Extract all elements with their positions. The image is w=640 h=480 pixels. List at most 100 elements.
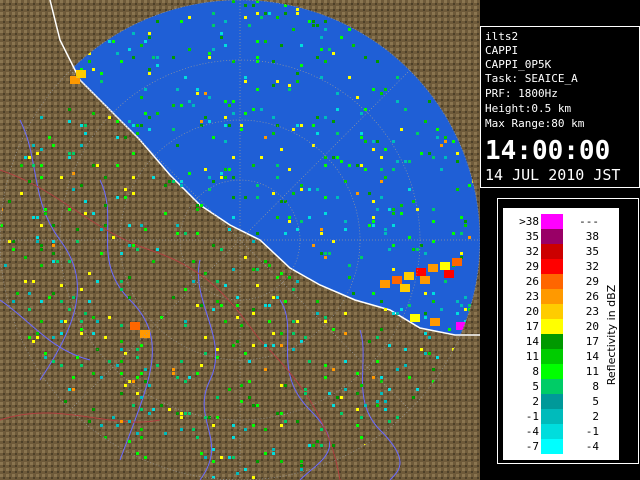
echo-pixel: [372, 200, 375, 203]
echo-pixel: [444, 140, 447, 143]
echo-pixel: [212, 48, 215, 51]
echo-pixel: [88, 300, 91, 303]
echo-pixel: [180, 428, 183, 431]
echo-pixel: [288, 88, 291, 91]
legend-row: -1 2: [503, 409, 619, 424]
legend-row: >38 ---: [503, 214, 619, 229]
echo-pixel: [430, 318, 440, 326]
echo-pixel: [188, 172, 191, 175]
echo-pixel: [268, 264, 271, 267]
echo-pixel: [200, 204, 203, 207]
echo-pixel: [116, 196, 119, 199]
echo-pixel: [60, 364, 63, 367]
echo-pixel: [356, 408, 359, 411]
echo-pixel: [216, 396, 219, 399]
echo-pixel: [24, 156, 27, 159]
echo-pixel: [328, 392, 331, 395]
echo-pixel: [76, 240, 79, 243]
echo-pixel: [12, 248, 15, 251]
echo-pixel: [32, 216, 35, 219]
echo-pixel: [92, 164, 95, 167]
echo-pixel: [196, 436, 199, 439]
echo-pixel: [172, 128, 175, 131]
echo-pixel: [140, 396, 143, 399]
echo-pixel: [368, 192, 371, 195]
echo-pixel: [384, 408, 387, 411]
echo-pixel: [276, 296, 279, 299]
echo-pixel: [320, 444, 323, 447]
legend-high-value: 2: [592, 410, 599, 423]
echo-pixel: [272, 452, 275, 455]
echo-pixel: [264, 368, 267, 371]
echo-pixel: [200, 364, 203, 367]
task-name: Task: SEAICE_A: [485, 72, 578, 85]
echo-pixel: [340, 36, 343, 39]
echo-pixel: [128, 296, 131, 299]
echo-pixel: [360, 416, 363, 419]
echo-pixel: [324, 116, 327, 119]
echo-pixel: [280, 332, 283, 335]
echo-pixel: [404, 348, 407, 351]
echo-pixel: [72, 152, 75, 155]
legend-high-value: ---: [579, 215, 599, 228]
echo-pixel: [156, 20, 159, 23]
legend-swatch: [541, 289, 563, 304]
echo-pixel: [432, 368, 435, 371]
echo-pixel: [96, 280, 99, 283]
echo-pixel: [300, 468, 303, 471]
echo-pixel: [80, 288, 83, 291]
echo-pixel: [32, 340, 35, 343]
echo-pixel: [424, 252, 427, 255]
echo-pixel: [332, 240, 335, 243]
echo-pixel: [408, 160, 411, 163]
echo-pixel: [300, 184, 303, 187]
echo-pixel: [100, 252, 103, 255]
echo-pixel: [272, 132, 275, 135]
echo-pixel: [416, 268, 426, 276]
echo-pixel: [28, 180, 31, 183]
echo-pixel: [276, 412, 279, 415]
echo-pixel: [140, 224, 143, 227]
echo-pixel: [4, 264, 7, 267]
echo-pixel: [324, 156, 327, 159]
echo-pixel: [428, 264, 438, 272]
echo-pixel: [360, 256, 363, 259]
echo-pixel: [328, 48, 331, 51]
echo-pixel: [292, 320, 295, 323]
echo-pixel: [128, 276, 131, 279]
echo-pixel: [128, 420, 131, 423]
echo-pixel: [228, 456, 231, 459]
echo-pixel: [348, 164, 351, 167]
legend-row: 26 29: [503, 274, 619, 289]
echo-pixel: [104, 224, 107, 227]
echo-pixel: [380, 196, 383, 199]
echo-pixel: [40, 320, 43, 323]
legend-high-value: 5: [592, 395, 599, 408]
echo-pixel: [316, 440, 319, 443]
echo-pixel: [120, 348, 123, 351]
echo-pixel: [140, 124, 143, 127]
echo-pixel: [236, 304, 239, 307]
echo-pixel: [236, 340, 239, 343]
echo-pixel: [372, 88, 375, 91]
echo-pixel: [340, 412, 343, 415]
echo-pixel: [72, 388, 75, 391]
echo-pixel: [148, 116, 151, 119]
echo-pixel: [300, 340, 303, 343]
legend-row: 8 11: [503, 364, 619, 379]
echo-pixel: [156, 112, 159, 115]
echo-pixel: [408, 304, 411, 307]
echo-pixel: [252, 344, 255, 347]
echo-pixel: [212, 308, 215, 311]
echo-pixel: [256, 460, 259, 463]
echo-pixel: [232, 424, 235, 427]
radar-map[interactable]: [0, 0, 480, 480]
echo-pixel: [300, 124, 303, 127]
echo-pixel: [60, 332, 63, 335]
echo-pixel: [92, 316, 95, 319]
echo-pixel: [404, 272, 414, 280]
echo-pixel: [324, 164, 327, 167]
echo-pixel: [260, 16, 263, 19]
echo-pixel: [152, 176, 155, 179]
legend-low-value: 17: [525, 320, 539, 333]
